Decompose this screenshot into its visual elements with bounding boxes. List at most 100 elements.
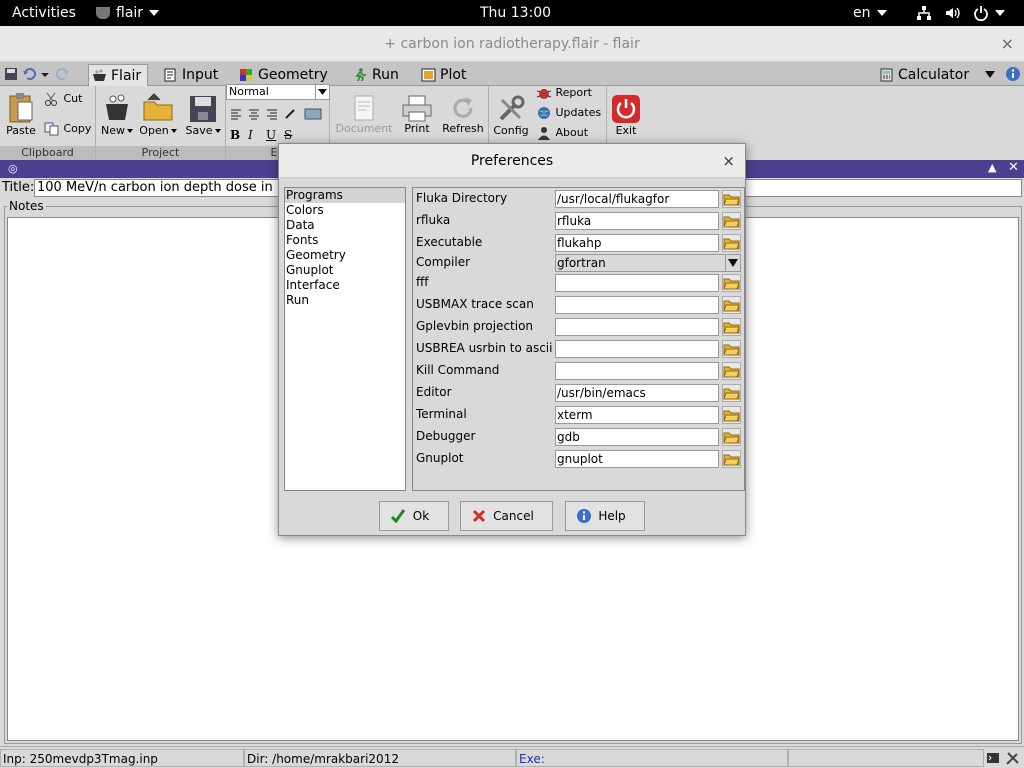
category-item-run[interactable]: Run (285, 293, 405, 308)
setting-row-usbrea: USBREA usrbin to ascii (413, 338, 744, 360)
browse-folder-icon[interactable] (722, 384, 741, 402)
help-button[interactable]: Help (565, 501, 645, 531)
browse-folder-icon[interactable] (722, 274, 741, 292)
tab-input[interactable]: Input (160, 64, 232, 86)
setting-row-fluka-directory: Fluka Directory /usr/local/flukagfor (413, 188, 744, 210)
style-select[interactable]: Normal (226, 84, 330, 100)
volume-icon[interactable] (944, 0, 960, 26)
frame-close-icon[interactable]: ✕ (1008, 160, 1019, 175)
redo-icon[interactable] (56, 67, 70, 81)
terminal-icon[interactable] (986, 751, 1000, 768)
about-button[interactable]: About (536, 126, 588, 140)
tab-plot[interactable]: Plot (418, 64, 474, 86)
undo-dropdown-icon[interactable] (40, 67, 50, 81)
undo-icon[interactable] (22, 67, 36, 81)
executable-input[interactable]: flukahp (555, 234, 719, 252)
cauldron-icon (96, 7, 110, 19)
bold-icon[interactable]: B (230, 128, 240, 142)
dialog-close-button[interactable]: × (722, 144, 735, 178)
category-item-fonts[interactable]: Fonts (285, 233, 405, 248)
align-center-icon[interactable] (248, 108, 260, 124)
copy-button[interactable]: Copy (44, 122, 91, 136)
browse-folder-icon[interactable] (722, 450, 741, 468)
browse-folder-icon[interactable] (722, 234, 741, 252)
browse-folder-icon[interactable] (722, 212, 741, 230)
compiler-select[interactable]: gfortran (555, 254, 741, 272)
collapse-up-icon[interactable]: ▲ (988, 161, 996, 174)
editor-input[interactable]: /usr/bin/emacs (555, 384, 719, 402)
dialog-titlebar: Preferences × (279, 144, 745, 178)
preferences-dialog: Preferences × Programs Colors Data Fonts… (278, 143, 746, 536)
category-item-gnuplot[interactable]: Gnuplot (285, 263, 405, 278)
browse-folder-icon[interactable] (722, 296, 741, 314)
ok-label: Ok (412, 509, 430, 523)
info-icon[interactable] (1005, 66, 1021, 82)
paste-label: Paste (6, 124, 36, 137)
category-item-interface[interactable]: Interface (285, 278, 405, 293)
document-label: Document (335, 122, 393, 135)
gnuplot-input[interactable]: gnuplot (555, 450, 719, 468)
fff-input[interactable] (555, 274, 719, 292)
document-button[interactable]: Document (334, 94, 394, 135)
main-tab-bar: Flair Input Geometry Run Plot Calculator (0, 62, 1024, 86)
cancel-button[interactable]: Cancel (460, 501, 553, 531)
debugger-input[interactable]: gdb (555, 428, 719, 446)
italic-icon[interactable]: I (248, 128, 253, 142)
browse-folder-icon[interactable] (722, 362, 741, 380)
ok-button[interactable]: Ok (379, 501, 449, 531)
cut-button[interactable]: Cut (44, 92, 82, 106)
gplevbin-input[interactable] (555, 318, 719, 336)
chevron-down-icon (214, 129, 221, 133)
usbrea-input[interactable] (555, 340, 719, 358)
usbmax-input[interactable] (555, 296, 719, 314)
browse-folder-icon[interactable] (722, 340, 741, 358)
status-executable: Exe: (516, 749, 788, 767)
exit-button[interactable]: Exit (608, 94, 644, 137)
updates-button[interactable]: Updates (536, 106, 601, 120)
calculator-button[interactable]: Calculator (876, 64, 988, 86)
fluka-directory-input[interactable]: /usr/local/flukagfor (555, 190, 719, 208)
frame-menu-icon[interactable]: ◎ (8, 162, 18, 175)
network-icon[interactable] (916, 0, 932, 26)
tab-run[interactable]: Run (350, 64, 406, 86)
kill-command-input[interactable] (555, 362, 719, 380)
window-close-button[interactable]: × (1001, 26, 1014, 62)
browse-folder-icon[interactable] (722, 428, 741, 446)
browse-folder-icon[interactable] (722, 406, 741, 424)
open-button[interactable]: Open (138, 92, 178, 137)
browse-folder-icon[interactable] (722, 190, 741, 208)
print-button[interactable]: Print (396, 94, 438, 135)
app-menu[interactable]: flair (96, 0, 160, 26)
report-button[interactable]: Report (536, 86, 592, 100)
language-menu[interactable]: en (853, 0, 887, 26)
clock[interactable]: Thu 13:00 (480, 0, 551, 26)
category-item-data[interactable]: Data (285, 218, 405, 233)
ribbon-separator (606, 86, 607, 146)
align-left-icon[interactable] (230, 108, 242, 124)
tab-flair[interactable]: Flair (88, 64, 148, 86)
save-button[interactable]: Save (182, 92, 224, 137)
config-button[interactable]: Config (490, 94, 532, 137)
category-item-programs[interactable]: Programs (285, 188, 405, 203)
ribbon-menu-dropdown[interactable] (984, 67, 996, 81)
browse-folder-icon[interactable] (722, 318, 741, 336)
refresh-button[interactable]: Refresh (440, 94, 486, 135)
align-right-icon[interactable] (266, 108, 278, 124)
terminal-input[interactable]: xterm (555, 406, 719, 424)
activities-button[interactable]: Activities (12, 0, 76, 26)
link-icon[interactable] (284, 108, 296, 124)
quick-save-icon[interactable] (4, 67, 18, 81)
power-menu[interactable] (973, 0, 1005, 26)
run-icon (355, 68, 366, 82)
underline-icon[interactable]: U (266, 128, 276, 142)
strikethrough-icon[interactable]: S (284, 128, 292, 142)
tools-icon[interactable] (1005, 750, 1021, 768)
paste-button[interactable]: Paste (4, 92, 38, 137)
image-icon[interactable] (304, 108, 322, 124)
rfluka-input[interactable]: rfluka (555, 212, 719, 230)
category-item-colors[interactable]: Colors (285, 203, 405, 218)
tab-plot-label: Plot (440, 67, 467, 83)
new-button[interactable]: New (98, 92, 136, 137)
category-item-geometry[interactable]: Geometry (285, 248, 405, 263)
tab-geometry[interactable]: Geometry (236, 64, 336, 86)
